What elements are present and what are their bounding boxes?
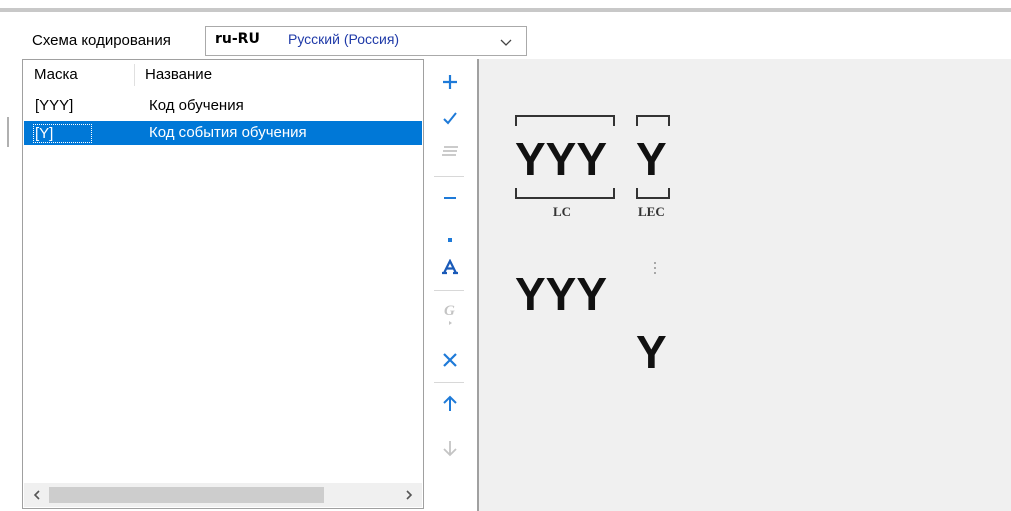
format-a-icon <box>442 259 458 275</box>
segment-lc-text: YYY <box>515 133 608 185</box>
check-icon <box>443 112 457 125</box>
segment-lec-caption: LEC <box>638 204 665 219</box>
scheme-code: ru-RU <box>215 31 260 47</box>
separator-button[interactable] <box>438 227 462 251</box>
toolbar-divider <box>434 290 464 291</box>
stack-top-text: YYY <box>515 268 608 320</box>
add-button[interactable] <box>438 70 462 94</box>
delete-x-icon <box>443 353 457 367</box>
scroll-right-icon[interactable] <box>402 487 416 503</box>
splitter-marker <box>7 117 9 147</box>
scrollbar-thumb[interactable] <box>49 487 324 503</box>
properties-button[interactable] <box>438 139 462 163</box>
arrow-down-icon <box>443 441 457 457</box>
vertical-toolbar: G <box>430 62 468 509</box>
plus-icon <box>443 75 457 89</box>
column-header-mask[interactable]: Маска <box>34 66 78 83</box>
remove-button[interactable] <box>438 186 462 210</box>
segment-lc-caption: LC <box>553 204 572 219</box>
column-header-name[interactable]: Название <box>145 66 212 83</box>
encoding-scheme-dropdown[interactable]: ru-RU Русский (Россия) <box>205 26 527 56</box>
apply-button[interactable] <box>438 106 462 130</box>
row-name: Код события обучения <box>149 124 307 141</box>
svg-text:G: G <box>444 303 455 319</box>
toolbar-divider <box>434 176 464 177</box>
scheme-label: Схема кодирования <box>32 32 171 49</box>
list-row[interactable]: [YYY] Код обучения <box>24 94 422 118</box>
horizontal-scrollbar[interactable] <box>24 483 422 507</box>
move-up-button[interactable] <box>438 392 462 416</box>
segment-bracket-top <box>515 115 615 126</box>
toolbar: Схема кодирования ru-RU Русский (Россия) <box>0 12 1011 60</box>
segment-bracket-top <box>636 115 670 126</box>
scheme-name: Русский (Россия) <box>288 31 400 47</box>
row-mask: [YYY] <box>35 97 74 114</box>
lines-icon <box>442 146 458 156</box>
chevron-down-icon <box>500 39 512 46</box>
stack-bottom-text: Y <box>636 326 667 378</box>
minus-icon <box>444 197 456 199</box>
list-row-selected[interactable]: [Y] Код события обучения <box>24 121 422 145</box>
dot-icon <box>448 238 452 242</box>
scroll-left-icon[interactable] <box>30 487 44 503</box>
vertical-dotted-separator <box>654 262 656 276</box>
segment-bracket-bottom <box>636 188 670 199</box>
move-down-button[interactable] <box>438 436 462 460</box>
segment-lec-text: Y <box>636 133 667 185</box>
row-name: Код обучения <box>149 97 244 114</box>
toolbar-divider <box>434 382 464 383</box>
format-button[interactable] <box>438 255 462 279</box>
arrow-up-icon <box>443 395 457 411</box>
column-separator[interactable] <box>134 64 135 86</box>
g-icon: G <box>444 303 455 325</box>
delete-button[interactable] <box>438 348 462 372</box>
segment-bracket-bottom <box>515 188 615 199</box>
mask-preview-panel: YYY LC Y LEC YYY Y <box>477 59 1011 511</box>
group-button[interactable]: G <box>438 302 462 326</box>
row-mask: [Y] <box>33 124 93 143</box>
mask-list: Маска Название [YYY] Код обучения [Y] Ко… <box>22 59 424 509</box>
